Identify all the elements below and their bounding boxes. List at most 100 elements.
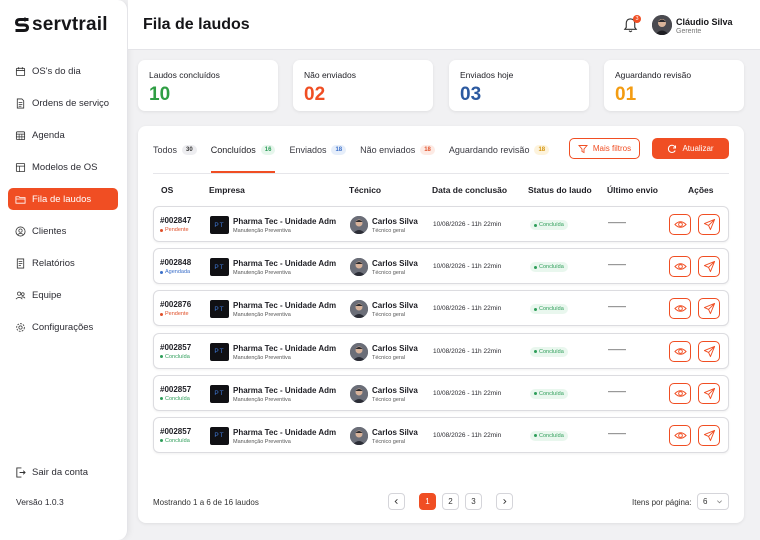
pagination-summary: Mostrando 1 a 6 de 16 laudos [153,498,259,507]
stat-card-label: Enviados hoje [460,70,514,80]
company-name: Pharma Tec - Unidade Adm [233,259,337,269]
tab-count-badge: 18 [420,144,435,155]
page-button[interactable]: 3 [465,493,482,510]
tab-aguardando-revis-o[interactable]: Aguardando revisão 18 [449,139,563,160]
sidebar-item-os-s-do-dia[interactable]: OS's do dia [8,60,118,82]
sidebar-item-modelos-de-os[interactable]: Modelos de OS [8,156,118,178]
eye-icon [673,263,687,270]
service-type: Manutenção Preventiva [233,354,291,361]
service-type: Manutenção Preventiva [233,270,291,277]
technician-avatar [350,258,368,277]
table-row: #002876 Pendente PT Pharma Tec - Unidade Ad… [153,290,729,327]
table-row: #002857 Concluída PT Pharma Tec - Unidade A… [153,416,729,453]
view-button[interactable] [669,424,691,446]
logout-button[interactable]: Sair da conta [15,467,88,478]
technician-name: Carlos Silva [372,301,418,311]
person-icon [350,342,368,361]
service-type: Manutenção Preventiva [233,228,291,234]
last-send: —— [608,343,626,354]
next-page-button[interactable] [496,493,513,510]
laudo-status-badge: Concluída [530,346,568,357]
stat-card-value: 01 [615,84,637,105]
os-status: Concluída [160,396,190,402]
last-send: —— [608,259,626,270]
per-page-label: Itens por página: [632,498,692,507]
sidebar-item-fila-de-laudos[interactable]: Fila de laudos [8,188,118,210]
sidebar-item-ordens-de-servi-o[interactable]: Ordens de serviço [8,92,118,114]
send-button[interactable] [698,256,720,278]
page-button[interactable]: 2 [442,493,459,510]
send-button[interactable] [698,214,720,235]
sidebar-item-label: Fila de laudos [32,193,92,205]
calendar-grid-icon [15,130,26,140]
os-status-label: Agendada [165,269,191,276]
table-row: #002857 Concluída PT Pharma Tec - Unidade A… [153,374,729,411]
tab-count-badge: 18 [331,144,347,155]
col-header-empresa: Empresa [209,185,245,195]
app-version: Versão 1.0.3 [16,497,64,507]
tab-todos[interactable]: Todos 30 [153,139,211,160]
send-icon [703,303,715,315]
sidebar-item-clientes[interactable]: Clientes [8,220,118,242]
laudo-status-badge: Concluída [530,304,568,315]
tab-n-o-enviados[interactable]: Não enviados 18 [360,139,449,160]
sidebar-item-configura-es[interactable]: Configurações [8,316,118,338]
more-filters-button[interactable]: Mais filtros [569,138,640,159]
prev-page-button[interactable] [388,493,405,510]
filter-tabs: Todos 30 Concluídos 16 Enviados 18 Não enviado… [153,139,563,173]
view-button[interactable] [669,298,691,320]
status-dot-icon [534,307,537,311]
send-button[interactable] [698,382,720,404]
company-name: Pharma Tec - Unidade Adm [233,301,337,311]
sidebar-item-label: Equipe [32,289,62,301]
technician-avatar [350,300,368,319]
os-number: #002857 [160,426,192,436]
tab-enviados[interactable]: Enviados 18 [289,139,360,160]
eye-icon [673,221,687,228]
more-filters-label: Mais filtros [592,144,632,153]
laudo-status-label: Concluída [539,390,564,397]
sidebar-nav: OS's do dia Ordens de serviço Agenda Modelo… [8,60,118,348]
sidebar-item-relat-rios[interactable]: Relatórios [8,252,118,274]
chevron-right-icon [503,499,507,504]
send-button[interactable] [698,298,720,320]
company-name: Pharma Tec - Unidade Adm [233,385,337,395]
chevron-down-icon [717,500,722,504]
sidebar-item-label: Clientes [32,225,67,237]
service-type: Manutenção Preventiva [233,438,291,445]
tab-label: Concluídos [210,144,256,155]
brand-logo[interactable]: servtrail [14,14,108,36]
person-icon [350,426,368,445]
send-button[interactable] [698,424,720,446]
calendar-icon [15,66,26,76]
sidebar-item-agenda[interactable]: Agenda [8,124,118,146]
eye-icon [673,347,687,355]
sidebar-item-equipe[interactable]: Equipe [8,284,118,306]
company-logo: PT [210,426,229,445]
view-button[interactable] [669,256,691,278]
status-dot-icon [160,355,163,359]
os-status: Pendente [160,311,189,317]
page-button[interactable]: 1 [419,493,436,510]
per-page-select[interactable]: 6 [697,493,729,510]
tab-label: Aguardando revisão [448,144,530,155]
technician-role: Técnico geral [372,396,406,403]
os-number: #002857 [160,342,192,352]
refresh-button[interactable]: Atualizar [652,138,729,159]
sidebar-item-label: Ordens de serviço [32,97,110,109]
laudo-status-badge: Concluída [530,262,568,273]
view-button[interactable] [669,382,691,404]
send-button[interactable] [698,340,720,362]
tab-conclu-dos[interactable]: Concluídos 16 [210,139,290,173]
document-icon [16,98,25,108]
completion-date: 10/08/2026 - 11h 22min [433,305,502,313]
view-button[interactable] [669,340,691,362]
col-header-tecnico: Técnico [349,185,382,195]
view-button[interactable] [669,214,691,235]
table-row: #002847 Pendente PT Pharma Tec - Unidade Ad… [153,206,729,242]
status-dot-icon [534,223,537,227]
user-avatar[interactable] [652,15,672,35]
status-dot-icon [534,265,537,269]
table-row: #002848 Agendada PT Pharma Tec - Unidade Ad… [153,248,729,285]
company-logo: PT [210,216,229,234]
